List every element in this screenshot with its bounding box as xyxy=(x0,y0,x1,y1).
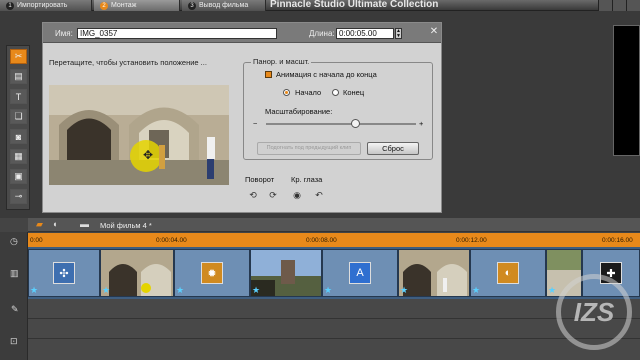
title-track-icon: ⊡ xyxy=(10,336,18,346)
app-title: Pinnacle Studio Ultimate Collection xyxy=(270,0,439,10)
audio-tracks[interactable] xyxy=(28,299,640,360)
rotate-right-icon[interactable]: ⟳ xyxy=(267,189,279,201)
tick-label: 0:00:08.00 xyxy=(306,237,337,244)
close-window-button[interactable] xyxy=(626,0,640,11)
duration-stepper[interactable]: ▲ ▼ xyxy=(395,28,402,39)
tick-label: 0:00:16.00 xyxy=(602,237,633,244)
tick-label: 0:00:04.00 xyxy=(156,237,187,244)
match-previous-button[interactable]: Подогнать под предыдущий клип xyxy=(257,142,361,155)
name-label: Имя: xyxy=(55,29,73,38)
star-icon: ★ xyxy=(252,285,261,295)
clip-thumbnail xyxy=(101,250,173,296)
tool-strip: ✂ ▤ T ❏ ◙ ▦ ▣ ⊸ xyxy=(6,45,30,210)
duration-field[interactable]: 0:00:05.00 xyxy=(336,28,394,39)
photo-image: ✥ xyxy=(49,85,229,185)
photo-clip[interactable]: ★ xyxy=(398,249,470,297)
tab-export[interactable]: 3 Вывод фильма xyxy=(182,0,266,11)
tick-label: 0:00 xyxy=(30,237,43,244)
movie-title: Мой фильм 4 * xyxy=(100,221,152,230)
undo-icon[interactable]: ↶ xyxy=(313,189,325,201)
star-icon: ★ xyxy=(548,285,557,295)
rotate-left-icon[interactable]: ⟲ xyxy=(247,189,259,201)
timeline-header: ▰ ◖ ▬ Мой фильм 4 * xyxy=(28,218,640,232)
step-number: 3 xyxy=(188,1,196,10)
photo-properties-panel: Имя: IMG_0357 Длина: 0:00:05.00 ▲ ▼ ✕ Пер… xyxy=(42,22,442,213)
zoom-label: Масштабирование: xyxy=(265,107,333,116)
start-label: Начало xyxy=(295,88,322,97)
star-icon: ★ xyxy=(102,285,111,295)
transition-icon: A xyxy=(349,262,371,284)
animate-checkbox[interactable] xyxy=(265,71,272,78)
transition-clip[interactable]: ✹ ★ xyxy=(174,249,250,297)
zoom-minus-icon[interactable]: − xyxy=(253,119,257,128)
photo-preview[interactable]: ✥ xyxy=(49,85,229,185)
transition-clip[interactable]: ◐ ★ xyxy=(470,249,546,297)
camera-icon[interactable]: ◙ xyxy=(10,129,27,144)
duration-label: Длина: xyxy=(309,29,335,38)
close-icon[interactable]: ✕ xyxy=(429,27,439,37)
music-icon[interactable]: ▣ xyxy=(10,169,27,184)
track-divider xyxy=(28,338,640,339)
clock-icon: ◷ xyxy=(10,236,18,246)
star-icon: ★ xyxy=(324,285,333,295)
photo-clip[interactable]: ★ xyxy=(250,249,322,297)
tick-label: 0:00:12.00 xyxy=(456,237,487,244)
photo-clip[interactable]: ★ xyxy=(100,249,174,297)
zoom-plus-icon[interactable]: + xyxy=(419,119,423,128)
rotate-label: Поворот xyxy=(245,175,275,184)
text-icon[interactable]: T xyxy=(10,89,27,104)
name-field[interactable]: IMG_0357 xyxy=(77,28,277,39)
tab-edit-label: Монтаж xyxy=(111,2,137,9)
transition-icon: ✹ xyxy=(201,262,223,284)
transition-clip[interactable]: ✣ ★ xyxy=(28,249,100,297)
star-icon: ★ xyxy=(176,285,185,295)
animate-label: Анимация с начала до конца xyxy=(276,70,377,79)
panzoom-title: Панор. и масшт. xyxy=(251,57,312,66)
scissors-icon[interactable]: ✂ xyxy=(10,49,27,64)
top-bar: 1 Импортировать 2 Монтаж 3 Вывод фильма … xyxy=(0,0,640,11)
star-icon: ★ xyxy=(400,285,409,295)
redeye-icon[interactable]: ◉ xyxy=(291,189,303,201)
star-icon: ★ xyxy=(472,285,481,295)
zoom-slider-thumb[interactable] xyxy=(351,119,360,128)
step-number: 1 xyxy=(6,1,14,10)
plug-icon[interactable]: ⊸ xyxy=(10,189,27,204)
film-icon: ▥ xyxy=(10,268,19,278)
help-button[interactable] xyxy=(598,0,612,11)
speaker-icon[interactable]: ◖ xyxy=(52,219,57,229)
tab-import[interactable]: 1 Импортировать xyxy=(0,0,92,11)
window-controls xyxy=(598,0,640,11)
end-radio[interactable] xyxy=(332,89,339,96)
clip-thumbnail xyxy=(251,250,321,296)
transition-clip[interactable]: A ★ xyxy=(322,249,398,297)
titles-icon[interactable]: ▤ xyxy=(10,69,27,84)
start-radio[interactable] xyxy=(283,89,290,96)
star-icon: ★ xyxy=(30,285,39,295)
tab-export-label: Вывод фильма xyxy=(199,2,249,9)
track-header-column: ◷ ▥ ✎ ⊡ xyxy=(0,232,28,360)
watermark-logo: IZS xyxy=(556,274,632,350)
camera-icon[interactable]: ▰ xyxy=(36,219,43,230)
step-number: 2 xyxy=(100,1,108,10)
zoom-slider-track[interactable] xyxy=(266,123,416,125)
minimize-button[interactable] xyxy=(612,0,626,11)
transition-icon: ✣ xyxy=(53,262,75,284)
reset-button[interactable]: Сброс xyxy=(367,142,419,155)
redeye-label: Кр. глаза xyxy=(291,175,323,184)
end-label: Конец xyxy=(343,88,365,97)
svg-text:✥: ✥ xyxy=(143,148,153,162)
mic-icon: ✎ xyxy=(11,304,19,314)
clip-thumbnail xyxy=(399,250,469,296)
effects-icon[interactable]: ❏ xyxy=(10,109,27,124)
player-preview[interactable] xyxy=(613,25,640,156)
folder-icon[interactable]: ▬ xyxy=(80,219,89,229)
track-divider xyxy=(28,318,640,319)
drag-hint: Перетащите, чтобы установить положение .… xyxy=(49,58,207,67)
tab-edit[interactable]: 2 Монтаж xyxy=(94,0,180,11)
time-ruler[interactable]: 0:00 0:00:04.00 0:00:08.00 0:00:12.00 0:… xyxy=(28,233,640,247)
clapper-icon[interactable]: ▦ xyxy=(10,149,27,164)
transition-icon: ◐ xyxy=(497,262,519,284)
tab-import-label: Импортировать xyxy=(17,2,68,9)
